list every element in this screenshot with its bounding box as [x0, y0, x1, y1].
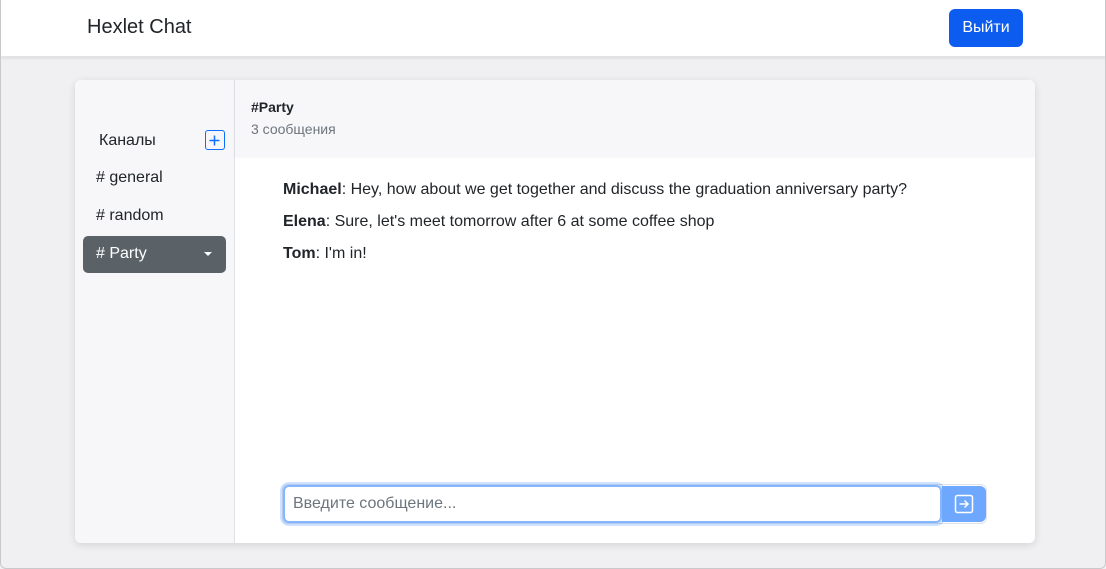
send-button[interactable]: [942, 486, 986, 522]
logout-button[interactable]: Выйти: [949, 9, 1023, 47]
message-text: : Hey, how about we get together and dis…: [341, 181, 908, 198]
message-item: Elena: Sure, let's meet tomorrow after 6…: [283, 212, 1015, 232]
channel-label: # general: [96, 169, 163, 186]
message-form: [282, 484, 987, 524]
message-item: Tom: I'm in!: [283, 244, 1015, 264]
message-author: Elena: [283, 213, 326, 230]
chat-container: Каналы # general # random # Party #Party: [75, 80, 1035, 543]
chat-main: #Party 3 сообщения Michael: Hey, how abo…: [235, 80, 1035, 543]
add-channel-button[interactable]: [205, 130, 225, 150]
top-navbar: Hexlet Chat Выйти: [1, 0, 1105, 57]
message-author: Tom: [283, 245, 316, 262]
message-author: Michael: [283, 181, 342, 198]
app-window: Hexlet Chat Выйти Каналы # general # ran…: [0, 0, 1106, 569]
channel-item-party[interactable]: # Party: [83, 236, 226, 273]
message-input[interactable]: [283, 485, 942, 523]
channel-name: #Party: [251, 99, 294, 115]
channels-title: Каналы: [99, 132, 156, 149]
brand-link[interactable]: Hexlet Chat: [87, 16, 192, 39]
channels-sidebar: Каналы # general # random # Party: [75, 80, 235, 543]
message-count: 3 сообщения: [251, 121, 336, 137]
message-text: : I'm in!: [315, 245, 367, 262]
channel-item-random[interactable]: # random: [83, 198, 226, 235]
message-item: Michael: Hey, how about we get together …: [283, 180, 1015, 200]
channel-item-general[interactable]: # general: [83, 160, 226, 197]
channel-label: # random: [96, 207, 164, 224]
messages-list: Michael: Hey, how about we get together …: [283, 180, 1015, 276]
channel-menu-dropdown-toggle[interactable]: [204, 252, 212, 256]
chat-header: #Party 3 сообщения: [235, 80, 1035, 156]
channel-label: # Party: [96, 245, 147, 262]
plus-square-icon: [209, 135, 220, 145]
arrow-right-square-icon: [954, 494, 974, 514]
message-text: : Sure, let's meet tomorrow after 6 at s…: [325, 213, 715, 230]
